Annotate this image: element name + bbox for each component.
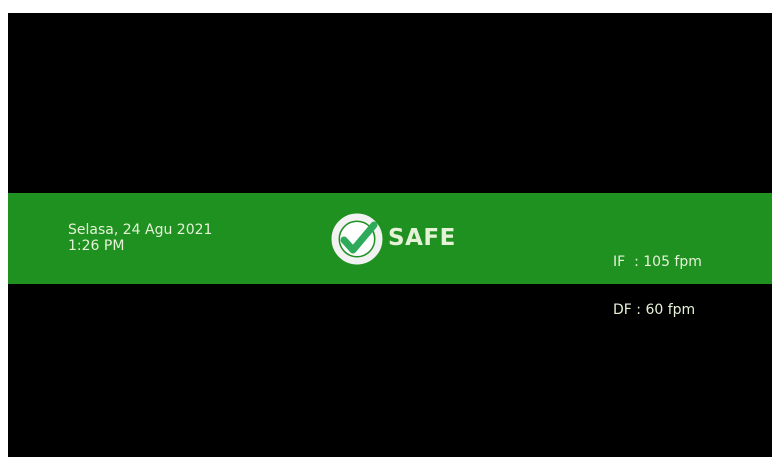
display-screen: Selasa, 24 Agu 2021 1:26 PM SAFE IF : 10… <box>8 13 772 457</box>
date-text: Selasa, 24 Agu 2021 <box>68 222 213 238</box>
df-speed-text: DF : 60 fpm <box>613 302 696 318</box>
speed-readouts: IF : 105 fpm DF : 60 fpm <box>613 222 702 350</box>
status-banner: Selasa, 24 Agu 2021 1:26 PM SAFE IF : 10… <box>8 193 772 318</box>
status-indicator: SAFE <box>330 208 456 268</box>
if-speed-text: IF : 105 fpm <box>613 254 702 270</box>
datetime-block: Selasa, 24 Agu 2021 1:26 PM <box>68 222 212 254</box>
check-circle-icon <box>331 213 383 265</box>
time-text: 1:26 PM <box>68 238 125 254</box>
status-label: SAFE <box>388 225 456 251</box>
